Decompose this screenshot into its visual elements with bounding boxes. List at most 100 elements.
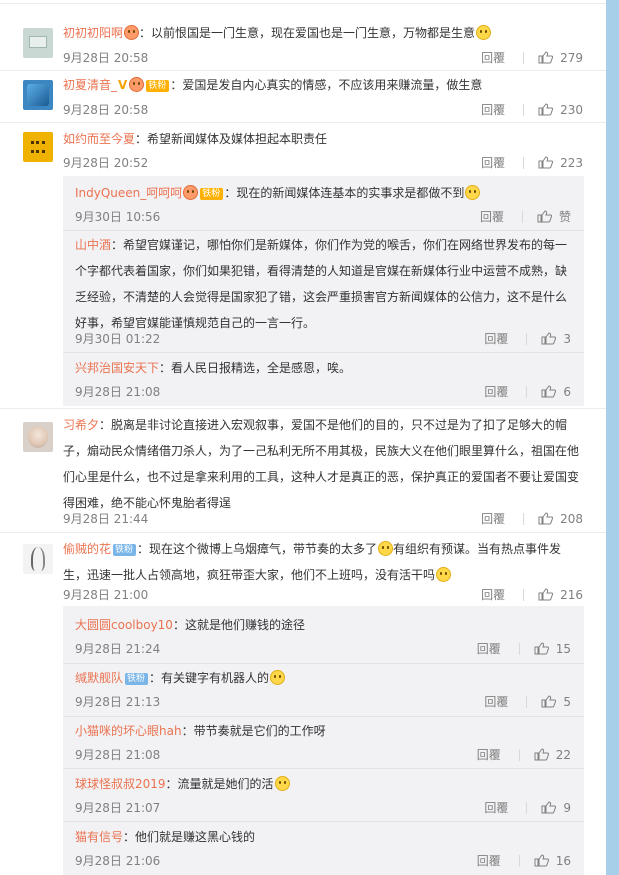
laugh-cry-emoji-icon xyxy=(436,567,452,582)
reply-button[interactable]: 回覆 xyxy=(477,852,501,869)
timestamp: 9月28日 20:52 xyxy=(63,156,149,170)
divider xyxy=(0,532,606,533)
like-count: 6 xyxy=(563,384,571,399)
divider xyxy=(518,854,520,867)
avatar[interactable] xyxy=(23,28,53,58)
username-link[interactable]: 大圆圆coolboy10 xyxy=(75,618,173,632)
reply-actions: 回覆 6 xyxy=(484,383,571,400)
divider xyxy=(523,51,525,64)
reply-actions: 回覆 赞 xyxy=(480,208,571,225)
divider xyxy=(523,588,525,601)
divider xyxy=(523,156,525,169)
divider xyxy=(0,122,606,123)
page-background-strip xyxy=(606,0,619,875)
divider xyxy=(526,801,528,814)
username-link[interactable]: IndyQueen_呵呵呵 xyxy=(75,186,182,200)
timestamp: 9月28日 21:24 xyxy=(75,642,161,656)
username-link[interactable]: 初夏清音_ xyxy=(63,78,117,92)
comment-text: 如约而至今夏：希望新闻媒体及媒体担起本职责任 xyxy=(63,132,328,146)
reply-text: 缄默舰队 铁粉 ：有关键字有机器人的 xyxy=(75,665,575,691)
reply-button[interactable]: 回覆 xyxy=(484,693,508,710)
comment-text: 初夏清音_V 铁粉 ：爱国是发自内心真实的情感，不应该用来赚流量，做生意 xyxy=(63,72,583,98)
fan-badge: 铁粉 xyxy=(125,672,149,685)
avatar[interactable] xyxy=(23,544,53,574)
reply-text: 球球怪叔叔2019：流量就是她们的活 xyxy=(75,771,575,797)
avatar[interactable] xyxy=(23,132,53,162)
like-icon[interactable] xyxy=(538,51,554,64)
reply-button[interactable]: 回覆 xyxy=(484,383,508,400)
like-icon[interactable] xyxy=(541,385,557,398)
reply-text: 兴邦治国安天下：看人民日报精选，全是感恩，唉。 xyxy=(75,361,352,375)
like-count: 216 xyxy=(560,587,583,602)
divider xyxy=(526,695,528,708)
reply-button[interactable]: 回覆 xyxy=(481,49,505,66)
like-icon[interactable] xyxy=(534,748,549,761)
reply-text: 猫有信号：他们就是赚这黑心钱的 xyxy=(75,830,256,844)
reply-text: 山中酒：希望官媒谨记，哪怕你们是新媒体，你们作为党的喉舌，你们在网络世界发布的每… xyxy=(75,238,568,330)
vip-icon: V xyxy=(118,78,128,92)
reply-button[interactable]: 回覆 xyxy=(477,746,501,763)
username-link[interactable]: 猫有信号 xyxy=(75,830,123,844)
timestamp: 9月28日 20:58 xyxy=(63,103,149,117)
divider xyxy=(523,512,525,525)
avatar[interactable] xyxy=(23,80,53,110)
username-link[interactable]: 小猫咪的坏心眼hah xyxy=(75,724,182,738)
divider xyxy=(523,103,525,116)
like-icon[interactable] xyxy=(538,156,554,169)
divider xyxy=(63,663,584,664)
username-link[interactable]: 缄默舰队 xyxy=(75,671,123,685)
username-link[interactable]: 习希夕 xyxy=(63,418,99,432)
username-link[interactable]: 球球怪叔叔2019 xyxy=(75,777,166,791)
like-count: 赞 xyxy=(558,210,571,224)
like-icon[interactable] xyxy=(538,103,554,116)
timestamp: 9月30日 01:22 xyxy=(75,332,161,346)
like-icon[interactable] xyxy=(538,512,554,525)
fan-badge: 铁粉 xyxy=(200,187,224,200)
timestamp: 9月28日 21:06 xyxy=(75,854,161,868)
reply-actions: 回覆 15 xyxy=(477,640,571,657)
fan-badge: 铁粉 xyxy=(146,79,170,92)
reply-button[interactable]: 回覆 xyxy=(481,510,505,527)
username-link[interactable]: 偷贼的花 xyxy=(63,542,111,556)
like-icon[interactable] xyxy=(541,695,557,708)
reply-actions: 回覆 22 xyxy=(477,746,571,763)
avatar[interactable] xyxy=(23,422,53,452)
divider xyxy=(63,230,584,231)
username-link[interactable]: 如约而至今夏 xyxy=(63,132,135,146)
reply-text: 大圆圆coolboy10：这就是他们赚钱的途径 xyxy=(75,618,305,632)
timestamp: 9月28日 21:08 xyxy=(75,385,161,399)
reply-button[interactable]: 回覆 xyxy=(480,208,504,225)
reply-button[interactable]: 回覆 xyxy=(484,330,508,347)
divider xyxy=(63,821,584,822)
like-icon[interactable] xyxy=(534,854,549,867)
divider xyxy=(63,352,584,353)
like-count: 16 xyxy=(555,853,571,868)
comment-actions: 回覆 279 xyxy=(481,49,583,66)
timestamp: 9月30日 10:56 xyxy=(75,210,161,224)
reply-button[interactable]: 回覆 xyxy=(481,101,505,118)
reply-button[interactable]: 回覆 xyxy=(484,799,508,816)
username-link[interactable]: 兴邦治国安天下 xyxy=(75,361,159,375)
comment-text: 习希夕：脱离是非讨论直接进入宏观叙事，爱国不是他们的目的，只不过是为了扣了足够大… xyxy=(63,418,580,510)
timestamp: 9月28日 21:07 xyxy=(75,801,161,815)
reply-text: 小猫咪的坏心眼hah：带节奏就是它们的工作呀 xyxy=(75,724,326,738)
like-count: 3 xyxy=(563,331,571,346)
username-link[interactable]: 山中酒 xyxy=(75,238,111,252)
timestamp: 9月28日 21:08 xyxy=(75,748,161,762)
username-link[interactable]: 初初初阳啊 xyxy=(63,26,123,40)
reply-button[interactable]: 回覆 xyxy=(477,640,501,657)
like-icon[interactable] xyxy=(541,332,557,345)
reply-button[interactable]: 回覆 xyxy=(481,586,505,603)
reply-button[interactable]: 回覆 xyxy=(481,154,505,171)
like-icon[interactable] xyxy=(541,801,557,814)
like-icon[interactable] xyxy=(538,588,554,601)
like-icon[interactable] xyxy=(537,210,552,223)
grin-emoji-icon xyxy=(270,670,286,685)
like-count: 5 xyxy=(563,694,571,709)
divider xyxy=(526,385,528,398)
divider xyxy=(0,408,606,409)
like-count: 15 xyxy=(555,641,571,656)
like-icon[interactable] xyxy=(534,642,549,655)
like-count: 22 xyxy=(555,747,571,762)
comment-actions: 回覆 230 xyxy=(481,101,583,118)
